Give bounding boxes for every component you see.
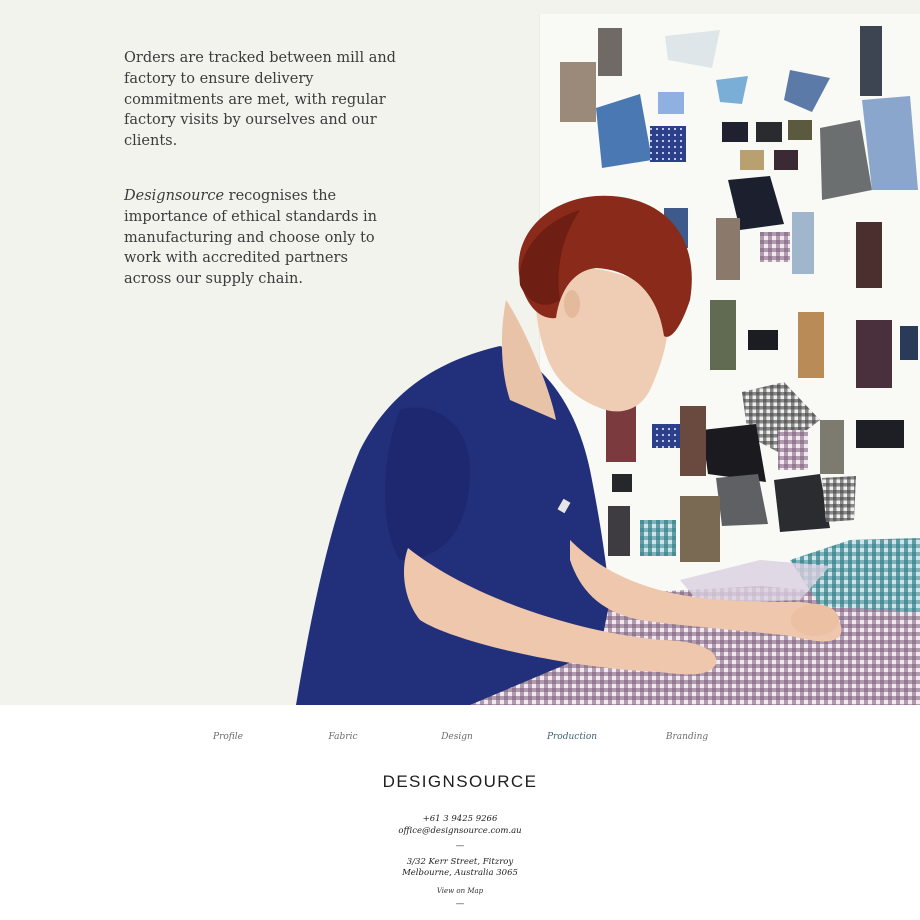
divider: — [455, 841, 465, 851]
nav-item-design[interactable]: Design [441, 732, 473, 742]
nav-item-branding[interactable]: Branding [666, 732, 708, 742]
nav-item-production[interactable]: Production [547, 732, 597, 742]
nav-item-profile[interactable]: Profile [213, 732, 243, 742]
hero-section: Orders are tracked between mill and fact… [0, 0, 920, 705]
footer-logo[interactable]: DESIGNSOURCE [0, 772, 920, 792]
nav-item-fabric[interactable]: Fabric [329, 732, 358, 742]
email-link[interactable]: office@designsource.com.au [0, 826, 920, 838]
section-nav: Profile Fabric Design Production Brandin… [0, 732, 920, 748]
phone-number[interactable]: +61 3 9425 9266 [0, 814, 920, 826]
view-on-map-link[interactable]: View on Map [0, 886, 920, 898]
hero-image [0, 0, 920, 705]
divider-2: — [455, 899, 465, 909]
hero-illustration [296, 26, 920, 705]
footer-contact: +61 3 9425 9266 office@designsource.com.… [0, 814, 920, 915]
address-line-2: Melbourne, Australia 3065 [402, 868, 518, 878]
address-line-1: 3/32 Kerr Street, Fitzroy [406, 856, 514, 867]
